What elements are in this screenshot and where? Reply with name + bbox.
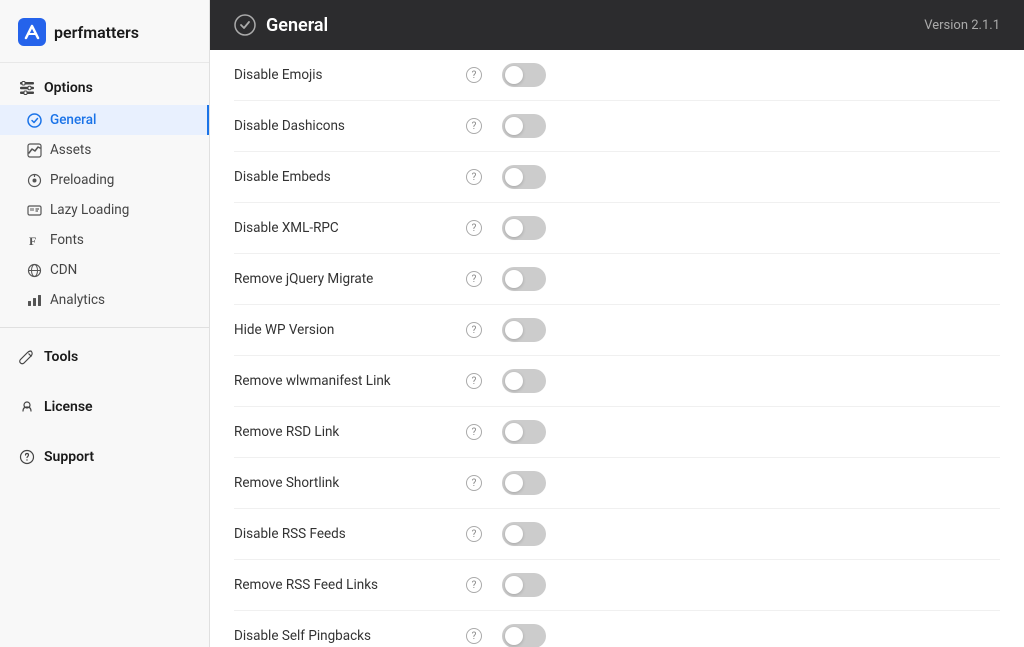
sidebar-options-section: Options General Assets [0, 63, 209, 323]
toggle-remove-rsd-link[interactable] [502, 420, 546, 444]
header-left: General [234, 14, 328, 36]
license-label: License [44, 399, 93, 415]
options-label: Options [44, 80, 93, 96]
sidebar-tools-section: Tools [0, 332, 209, 382]
general-icon [26, 112, 42, 128]
preloading-label: Preloading [50, 172, 114, 188]
help-icon-disable-emojis[interactable]: ? [466, 67, 482, 83]
cdn-label: CDN [50, 262, 77, 278]
toggle-disable-rss-feeds[interactable] [502, 522, 546, 546]
setting-row-disable-emojis: Disable Emojis? [234, 50, 1000, 101]
help-icon-disable-embeds[interactable]: ? [466, 169, 482, 185]
settings-content: Disable Emojis?Disable Dashicons?Disable… [210, 50, 1024, 647]
setting-label-remove-shortlink: Remove Shortlink [234, 475, 454, 491]
help-icon-remove-shortlink[interactable]: ? [466, 475, 482, 491]
app-name: perfmatters [54, 23, 139, 42]
app-logo: perfmatters [0, 0, 209, 63]
setting-row-disable-dashicons: Disable Dashicons? [234, 101, 1000, 152]
help-icon-disable-dashicons[interactable]: ? [466, 118, 482, 134]
help-icon-disable-xml-rpc[interactable]: ? [466, 220, 482, 236]
setting-label-disable-xml-rpc: Disable XML-RPC [234, 220, 454, 236]
main-header: General Version 2.1.1 [210, 0, 1024, 50]
preloading-icon [26, 172, 42, 188]
setting-row-disable-self-pingbacks: Disable Self Pingbacks? [234, 611, 1000, 647]
help-icon-remove-rsd-link[interactable]: ? [466, 424, 482, 440]
setting-label-hide-wp-version: Hide WP Version [234, 322, 454, 338]
setting-label-disable-self-pingbacks: Disable Self Pingbacks [234, 628, 454, 644]
setting-label-remove-rss-feed-links: Remove RSS Feed Links [234, 577, 454, 593]
support-label: Support [44, 449, 94, 465]
setting-label-disable-rss-feeds: Disable RSS Feeds [234, 526, 454, 542]
sidebar-item-license[interactable]: License [0, 390, 209, 424]
fonts-label: Fonts [50, 232, 84, 248]
setting-row-remove-rss-feed-links: Remove RSS Feed Links? [234, 560, 1000, 611]
sidebar-item-lazy-loading[interactable]: Lazy Loading [0, 195, 209, 225]
sidebar: perfmatters Options [0, 0, 210, 647]
general-header-icon [234, 14, 256, 36]
sidebar-item-tools[interactable]: Tools [0, 340, 209, 374]
setting-label-disable-emojis: Disable Emojis [234, 67, 454, 83]
tools-icon [18, 348, 36, 366]
toggle-disable-self-pingbacks[interactable] [502, 624, 546, 647]
help-icon-remove-wlwmanifest-link[interactable]: ? [466, 373, 482, 389]
analytics-label: Analytics [50, 292, 105, 308]
setting-row-remove-jquery-migrate: Remove jQuery Migrate? [234, 254, 1000, 305]
sidebar-item-general[interactable]: General [0, 105, 209, 135]
setting-row-remove-shortlink: Remove Shortlink? [234, 458, 1000, 509]
help-icon-remove-rss-feed-links[interactable]: ? [466, 577, 482, 593]
sidebar-item-analytics[interactable]: Analytics [0, 285, 209, 315]
setting-row-disable-rss-feeds: Disable RSS Feeds? [234, 509, 1000, 560]
assets-icon [26, 142, 42, 158]
page-title: General [266, 15, 328, 36]
fonts-icon: F [26, 232, 42, 248]
toggle-disable-dashicons[interactable] [502, 114, 546, 138]
sidebar-support-section: Support [0, 432, 209, 482]
toggle-disable-emojis[interactable] [502, 63, 546, 87]
license-icon [18, 398, 36, 416]
lazy-loading-icon [26, 202, 42, 218]
sidebar-item-preloading[interactable]: Preloading [0, 165, 209, 195]
setting-label-disable-dashicons: Disable Dashicons [234, 118, 454, 134]
toggle-disable-embeds[interactable] [502, 165, 546, 189]
toggle-disable-xml-rpc[interactable] [502, 216, 546, 240]
setting-label-disable-embeds: Disable Embeds [234, 169, 454, 185]
toggle-remove-rss-feed-links[interactable] [502, 573, 546, 597]
help-icon-hide-wp-version[interactable]: ? [466, 322, 482, 338]
assets-label: Assets [50, 142, 91, 158]
help-icon-disable-rss-feeds[interactable]: ? [466, 526, 482, 542]
main-panel: General Version 2.1.1 Disable Emojis?Dis… [210, 0, 1024, 647]
setting-label-remove-jquery-migrate: Remove jQuery Migrate [234, 271, 454, 287]
support-icon [18, 448, 36, 466]
setting-row-disable-xml-rpc: Disable XML-RPC? [234, 203, 1000, 254]
general-label: General [50, 112, 96, 128]
version-label: Version 2.1.1 [924, 18, 1000, 33]
sidebar-item-cdn[interactable]: CDN [0, 255, 209, 285]
sidebar-item-fonts[interactable]: F Fonts [0, 225, 209, 255]
tools-label: Tools [44, 349, 78, 365]
toggle-hide-wp-version[interactable] [502, 318, 546, 342]
sidebar-item-assets[interactable]: Assets [0, 135, 209, 165]
setting-row-disable-embeds: Disable Embeds? [234, 152, 1000, 203]
toggle-remove-wlwmanifest-link[interactable] [502, 369, 546, 393]
svg-text:F: F [29, 234, 36, 248]
setting-label-remove-wlwmanifest-link: Remove wlwmanifest Link [234, 373, 454, 389]
options-icon [18, 79, 36, 97]
sidebar-item-support[interactable]: Support [0, 440, 209, 474]
cdn-icon [26, 262, 42, 278]
setting-row-hide-wp-version: Hide WP Version? [234, 305, 1000, 356]
toggle-remove-shortlink[interactable] [502, 471, 546, 495]
lazy-loading-label: Lazy Loading [50, 202, 129, 218]
sidebar-divider-1 [0, 327, 209, 328]
analytics-icon [26, 292, 42, 308]
help-icon-disable-self-pingbacks[interactable]: ? [466, 628, 482, 644]
help-icon-remove-jquery-migrate[interactable]: ? [466, 271, 482, 287]
logo-icon [18, 18, 46, 46]
sidebar-item-options[interactable]: Options [0, 71, 209, 105]
setting-label-remove-rsd-link: Remove RSD Link [234, 424, 454, 440]
toggle-remove-jquery-migrate[interactable] [502, 267, 546, 291]
setting-row-remove-wlwmanifest-link: Remove wlwmanifest Link? [234, 356, 1000, 407]
sidebar-license-section: License [0, 382, 209, 432]
setting-row-remove-rsd-link: Remove RSD Link? [234, 407, 1000, 458]
